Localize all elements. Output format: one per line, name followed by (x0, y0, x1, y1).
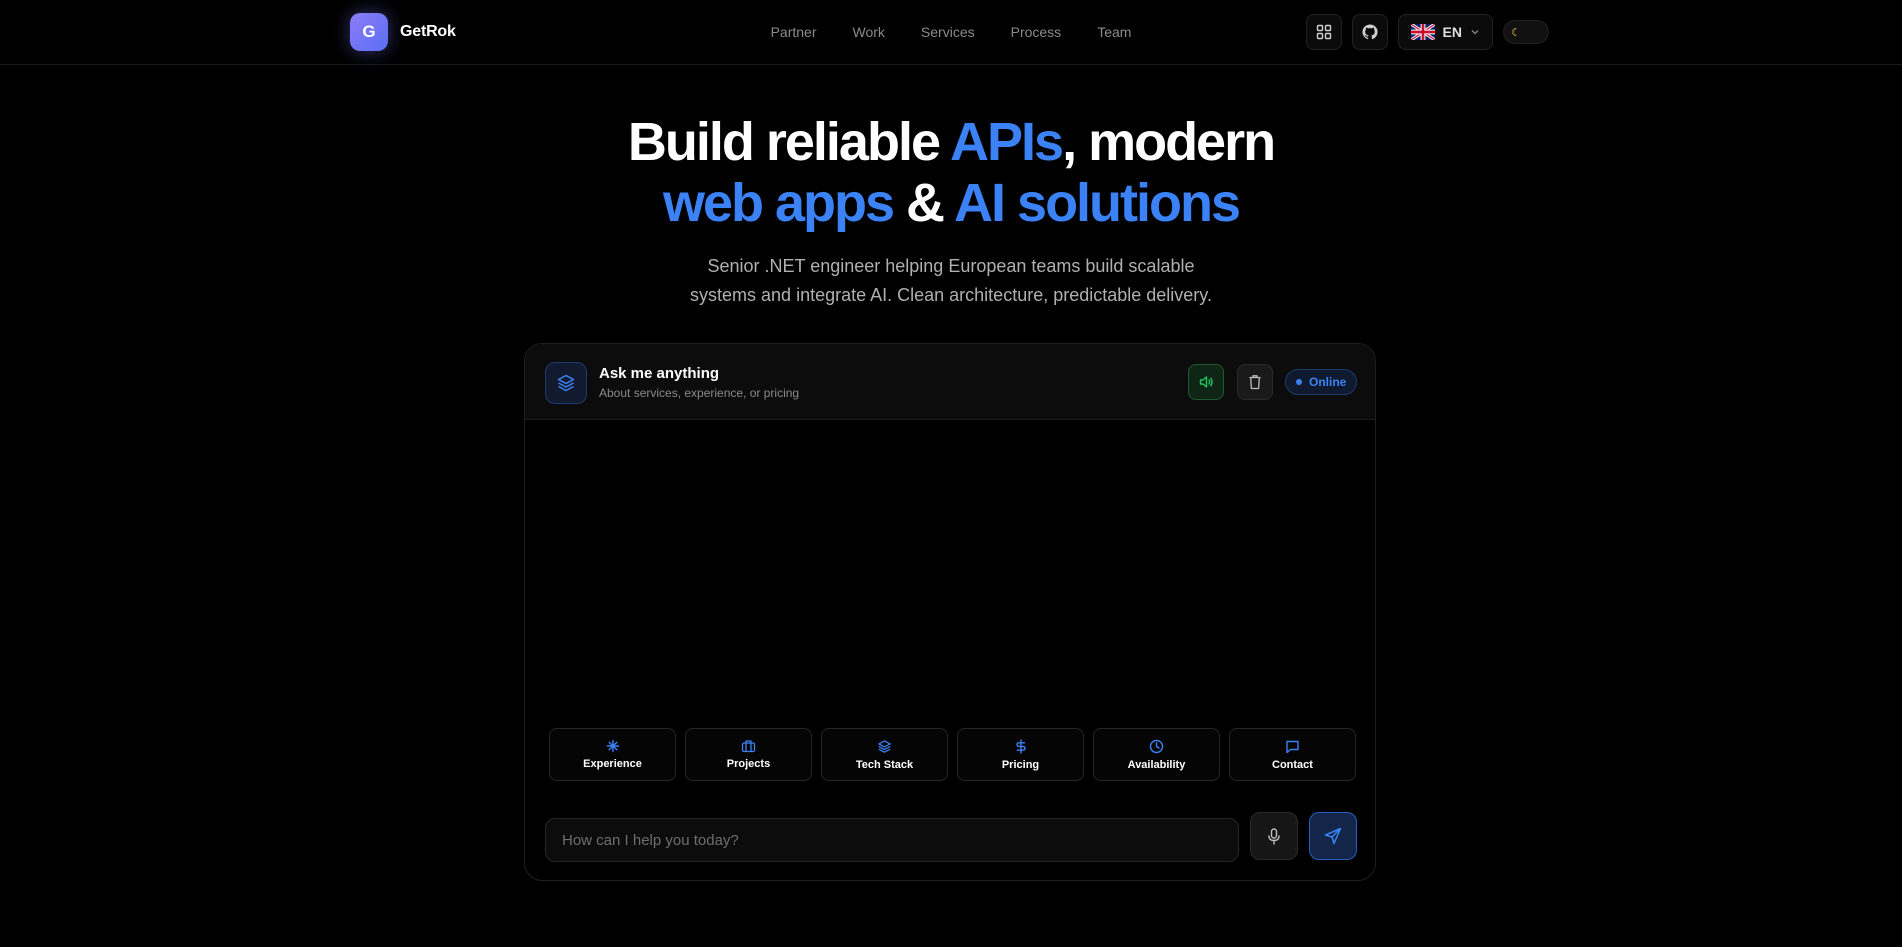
quick-tech-stack-button[interactable]: Tech Stack (821, 728, 948, 781)
quick-actions: Experience Projects Tech Stack Pricing A… (549, 728, 1356, 781)
chat-header: Ask me anything About services, experien… (525, 344, 1375, 420)
speaker-icon (1199, 376, 1213, 388)
main-nav: Partner Work Services Process Team (0, 0, 1902, 64)
chat-card: Ask me anything About services, experien… (524, 343, 1376, 881)
github-button[interactable] (1351, 14, 1388, 50)
chat-title: Ask me anything (599, 365, 720, 382)
hero-title-part: Build reliable (627, 112, 950, 172)
quick-action-label: Pricing (1001, 758, 1040, 771)
quick-action-label: Projects (726, 758, 771, 770)
layers-icon (878, 739, 891, 753)
chevron-down-icon (1471, 30, 1479, 35)
hero-title-part: & (893, 173, 955, 233)
quick-action-label: Contact (1272, 758, 1313, 771)
send-button[interactable] (1309, 812, 1357, 860)
brand-logo[interactable]: G GetRok (350, 13, 456, 51)
theme-toggle[interactable]: ☾ (1503, 20, 1549, 44)
status-text: Online (1309, 375, 1347, 389)
header-actions: EN ☾ (1305, 14, 1549, 50)
brand-name: GetRok (400, 23, 456, 40)
quick-action-label: Availability (1127, 758, 1186, 771)
hero-title-highlight: web apps (662, 173, 895, 233)
chat-input[interactable] (562, 831, 1238, 849)
quick-action-label: Tech Stack (855, 758, 914, 771)
nav-process[interactable]: Process (1011, 24, 1062, 40)
nav-team[interactable]: Team (1097, 24, 1131, 40)
chat-subtitle: About services, experience, or pricing (599, 386, 800, 400)
logo-mark: G (350, 13, 388, 51)
language-code: EN (1442, 24, 1462, 40)
hero-title-highlight: AI solutions (954, 173, 1241, 233)
status-dot (1296, 379, 1302, 385)
github-icon (1362, 24, 1378, 40)
grid-icon (1316, 24, 1331, 40)
voice-input-button[interactable] (1250, 812, 1298, 860)
microphone-icon (1268, 827, 1280, 845)
hero-title: Build reliable APIs, modern web apps & A… (0, 112, 1902, 234)
sparkle-icon (606, 739, 619, 753)
status-badge: Online (1285, 369, 1358, 395)
nav-services[interactable]: Services (921, 24, 975, 40)
send-icon (1324, 827, 1342, 845)
dollar-icon (1015, 738, 1026, 754)
hero-subtitle: Senior .NET engineer helping European te… (0, 252, 1902, 310)
hero-subtitle-line: systems and integrate AI. Clean architec… (690, 285, 1212, 305)
hero-subtitle-line: Senior .NET engineer helping European te… (707, 256, 1195, 276)
nav-work[interactable]: Work (853, 24, 885, 40)
quick-action-label: Experience (583, 758, 642, 770)
clock-icon (1149, 739, 1164, 753)
chat-input-wrapper (545, 818, 1239, 862)
hero-title-part: , modern (1062, 112, 1276, 172)
clear-chat-button[interactable] (1237, 364, 1273, 400)
quick-projects-button[interactable]: Projects (685, 728, 812, 781)
sound-toggle-button[interactable] (1188, 364, 1224, 400)
trash-icon (1249, 375, 1261, 390)
quick-contact-button[interactable]: Contact (1229, 728, 1356, 781)
top-header: G GetRok Partner Work Services Process T… (0, 0, 1902, 65)
briefcase-icon (741, 740, 756, 753)
quick-experience-button[interactable]: Experience (549, 728, 676, 781)
quick-pricing-button[interactable]: Pricing (957, 728, 1084, 781)
moon-icon: ☾ (1508, 24, 1524, 40)
apps-button[interactable] (1305, 14, 1342, 50)
language-selector[interactable]: EN (1397, 14, 1493, 50)
hero-title-highlight: APIs (950, 112, 1064, 172)
nav-partner[interactable]: Partner (771, 24, 817, 40)
message-icon (1286, 740, 1299, 753)
layers-icon (545, 362, 587, 404)
quick-availability-button[interactable]: Availability (1093, 728, 1220, 781)
uk-flag-icon (1410, 24, 1435, 40)
